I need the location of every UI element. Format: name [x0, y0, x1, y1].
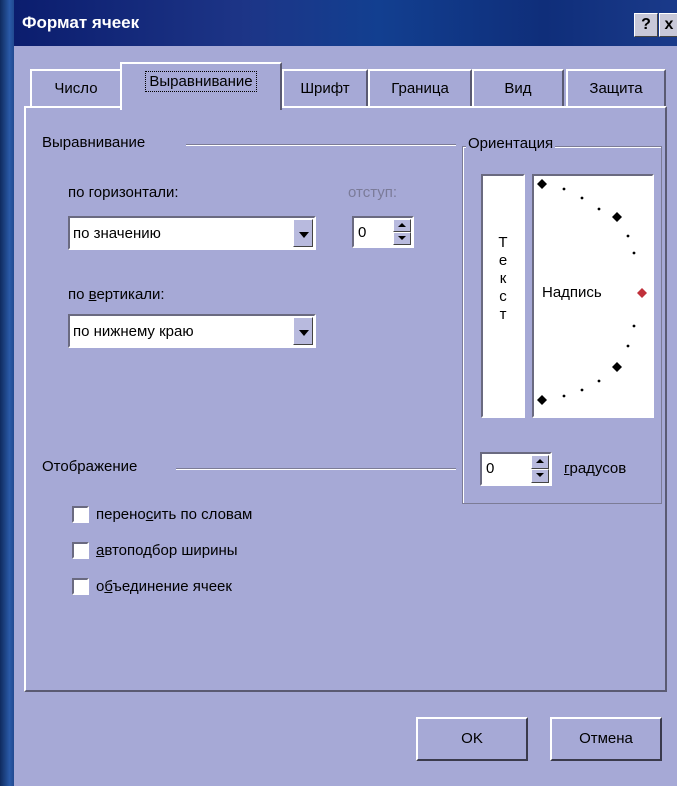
- dial-text-label: Надпись: [542, 284, 602, 301]
- vertical-text-letter: к: [499, 270, 507, 287]
- shrink-to-fit-label: автоподбор ширины: [96, 542, 238, 559]
- tab-label: Шрифт: [300, 80, 350, 97]
- tab-border[interactable]: Граница: [368, 69, 472, 107]
- degrees-value: 0: [486, 460, 495, 477]
- merge-cells-checkbox[interactable]: [72, 578, 89, 595]
- alignment-group-label: Выравнивание: [42, 134, 146, 151]
- tab-label: Защита: [589, 80, 643, 97]
- close-button[interactable]: x: [659, 13, 677, 37]
- horizontal-label: по горизонтали:: [68, 184, 179, 201]
- merge-cells-label: объединение ячеек: [96, 578, 232, 595]
- orientation-group-label: Ориентация: [466, 135, 556, 152]
- vertical-text-orientation[interactable]: Т е к с т: [481, 174, 525, 418]
- tab-label: Граница: [391, 80, 449, 97]
- horizontal-align-value: по значению: [73, 225, 161, 242]
- dropdown-arrow-icon[interactable]: [293, 219, 313, 247]
- tab-view[interactable]: Вид: [472, 69, 564, 107]
- vertical-label: по вертикали:: [68, 286, 165, 303]
- indent-label: отступ:: [348, 184, 398, 201]
- title-bar[interactable]: Формат ячеек ? x: [14, 0, 677, 46]
- orientation-dial[interactable]: Надпись: [532, 174, 654, 418]
- tab-protection[interactable]: Защита: [566, 69, 666, 107]
- wrap-text-label: переносить по словам: [96, 506, 253, 523]
- dropdown-arrow-icon[interactable]: [293, 317, 313, 345]
- vertical-text-letter: т: [499, 306, 507, 323]
- alignment-divider: [186, 144, 456, 146]
- display-group-label: Отображение: [42, 458, 138, 475]
- format-cells-dialog: Формат ячеек ? x Число Выравнивание Шриф…: [14, 0, 677, 786]
- indent-value: 0: [358, 224, 367, 241]
- indent-spinner[interactable]: 0: [352, 216, 414, 248]
- vertical-text-letter: Т: [498, 234, 508, 251]
- horizontal-align-select[interactable]: по значению: [68, 216, 316, 250]
- display-divider: [176, 468, 456, 470]
- wrap-text-checkbox[interactable]: [72, 506, 89, 523]
- degrees-spinner[interactable]: 0: [480, 452, 552, 486]
- help-button[interactable]: ?: [634, 13, 658, 37]
- shrink-to-fit-checkbox[interactable]: [72, 542, 89, 559]
- tab-number[interactable]: Число: [30, 69, 122, 107]
- degrees-label: градусов: [564, 460, 627, 477]
- cancel-button[interactable]: Отмена: [550, 717, 662, 761]
- spin-down-icon[interactable]: [393, 232, 411, 245]
- vertical-align-value: по нижнему краю: [73, 323, 194, 340]
- vertical-text-letter: е: [498, 252, 508, 269]
- tab-label: Вид: [504, 80, 532, 97]
- ok-button[interactable]: OK: [416, 717, 528, 761]
- spin-down-icon[interactable]: [531, 469, 549, 483]
- vertical-text-letter: с: [499, 288, 507, 305]
- tab-label: Число: [54, 80, 98, 97]
- tab-alignment[interactable]: Выравнивание: [120, 62, 282, 110]
- vertical-align-select[interactable]: по нижнему краю: [68, 314, 316, 348]
- tab-label: Выравнивание: [145, 71, 257, 92]
- dialog-title: Формат ячеек: [22, 13, 140, 32]
- tab-font[interactable]: Шрифт: [282, 69, 368, 107]
- spin-up-icon[interactable]: [393, 219, 411, 232]
- spin-up-icon[interactable]: [531, 455, 549, 469]
